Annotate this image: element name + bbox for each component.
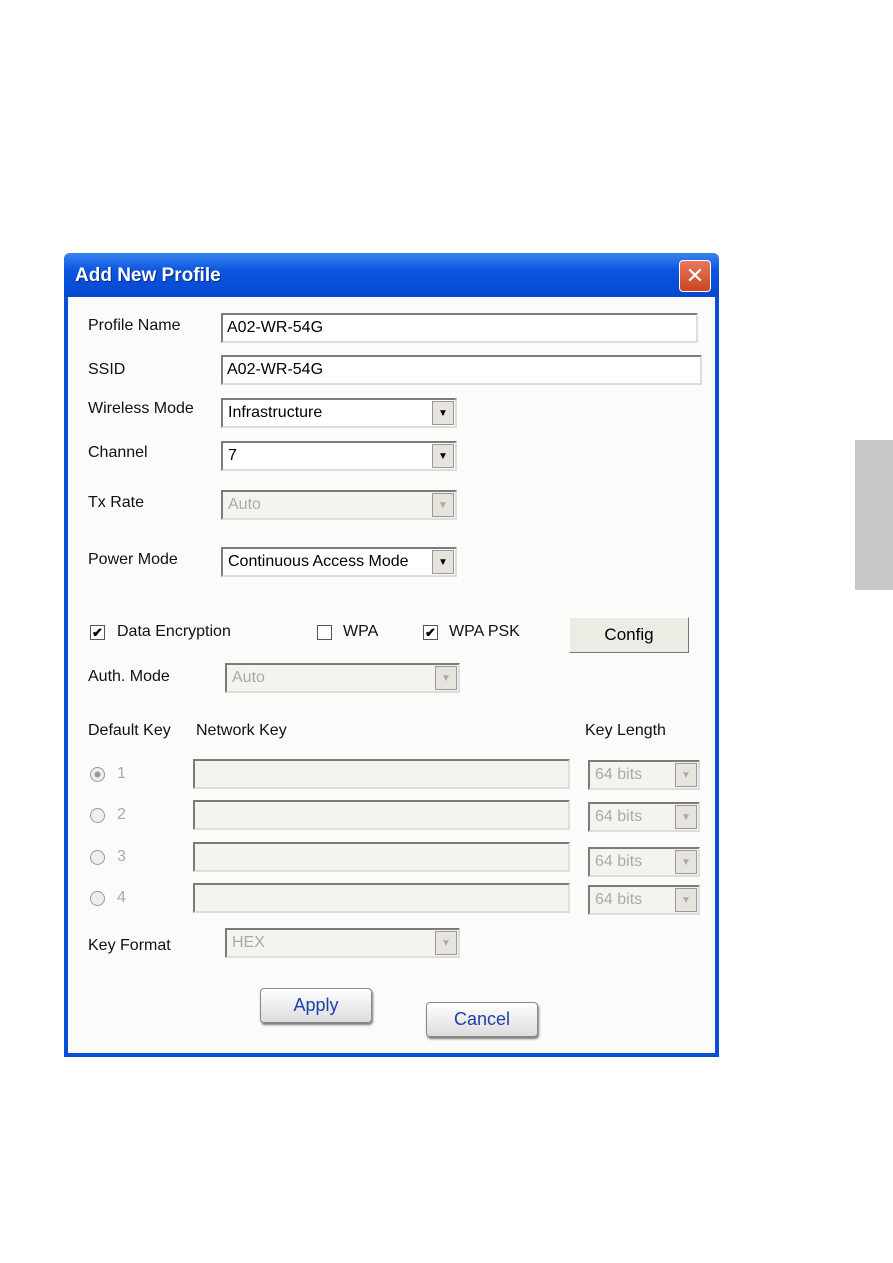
network-key-input-4 — [193, 883, 570, 913]
chevron-down-icon[interactable]: ▼ — [432, 401, 454, 425]
default-key-header: Default Key — [88, 722, 171, 739]
key-length-select-3: 64 bits ▼ — [588, 847, 700, 877]
wireless-mode-label: Wireless Mode — [88, 400, 194, 417]
tx-rate-value: Auto — [228, 496, 261, 513]
ssid-label: SSID — [88, 361, 126, 378]
key-length-header: Key Length — [585, 722, 666, 739]
key-length-value: 64 bits — [595, 766, 643, 783]
side-tab — [855, 440, 893, 590]
key-length-select-1: 64 bits ▼ — [588, 760, 700, 790]
title-bar[interactable]: Add New Profile ✕ — [64, 253, 719, 297]
key-length-select-2: 64 bits ▼ — [588, 802, 700, 832]
chevron-down-icon: ▼ — [675, 763, 697, 787]
chevron-down-icon: ▼ — [435, 931, 457, 955]
auth-mode-label: Auth. Mode — [88, 668, 170, 685]
chevron-down-icon[interactable]: ▼ — [432, 444, 454, 468]
wpa-checkbox[interactable] — [317, 625, 332, 640]
power-mode-value: Continuous Access Mode — [228, 553, 409, 570]
wpa-psk-label: WPA PSK — [449, 623, 520, 640]
key-number: 1 — [117, 765, 126, 782]
data-encryption-label: Data Encryption — [117, 623, 231, 640]
wpa-psk-checkbox[interactable]: ✔ — [423, 625, 438, 640]
chevron-down-icon: ▼ — [675, 805, 697, 829]
key-format-label: Key Format — [88, 937, 171, 954]
key-format-select: HEX ▼ — [225, 928, 460, 958]
profile-name-input[interactable]: A02-WR-54G — [221, 313, 698, 343]
close-button[interactable]: ✕ — [679, 260, 711, 292]
chevron-down-icon[interactable]: ▼ — [432, 550, 454, 574]
network-key-input-3 — [193, 842, 570, 872]
key-number: 3 — [117, 848, 126, 865]
channel-label: Channel — [88, 444, 148, 461]
profile-name-label: Profile Name — [88, 317, 181, 334]
key-number: 4 — [117, 889, 126, 906]
dialog-title: Add New Profile — [75, 265, 221, 286]
key-number: 2 — [117, 806, 126, 823]
power-mode-select[interactable]: Continuous Access Mode ▼ — [221, 547, 457, 577]
network-key-input-1 — [193, 759, 570, 789]
tx-rate-select: Auto ▼ — [221, 490, 457, 520]
chevron-down-icon: ▼ — [435, 666, 457, 690]
channel-select[interactable]: 7 ▼ — [221, 441, 457, 471]
key-length-value: 64 bits — [595, 891, 643, 908]
key-radio-1 — [90, 767, 105, 782]
key-radio-3 — [90, 850, 105, 865]
key-radio-4 — [90, 891, 105, 906]
power-mode-label: Power Mode — [88, 551, 178, 568]
cancel-button[interactable]: Cancel — [426, 1002, 538, 1037]
wireless-mode-select[interactable]: Infrastructure ▼ — [221, 398, 457, 428]
chevron-down-icon: ▼ — [432, 493, 454, 517]
auth-mode-select: Auto ▼ — [225, 663, 460, 693]
data-encryption-checkbox[interactable]: ✔ — [90, 625, 105, 640]
key-length-value: 64 bits — [595, 853, 643, 870]
ssid-input[interactable]: A02-WR-54G — [221, 355, 702, 385]
auth-mode-value: Auto — [232, 669, 265, 686]
channel-value: 7 — [228, 447, 237, 464]
network-key-input-2 — [193, 800, 570, 830]
key-radio-2 — [90, 808, 105, 823]
chevron-down-icon: ▼ — [675, 850, 697, 874]
chevron-down-icon: ▼ — [675, 888, 697, 912]
wpa-label: WPA — [343, 623, 379, 640]
apply-button[interactable]: Apply — [260, 988, 372, 1023]
key-format-value: HEX — [232, 934, 265, 951]
wireless-mode-value: Infrastructure — [228, 404, 323, 421]
tx-rate-label: Tx Rate — [88, 494, 145, 511]
config-button[interactable]: Config — [569, 617, 689, 653]
key-length-select-4: 64 bits ▼ — [588, 885, 700, 915]
network-key-header: Network Key — [196, 722, 287, 739]
key-length-value: 64 bits — [595, 808, 643, 825]
